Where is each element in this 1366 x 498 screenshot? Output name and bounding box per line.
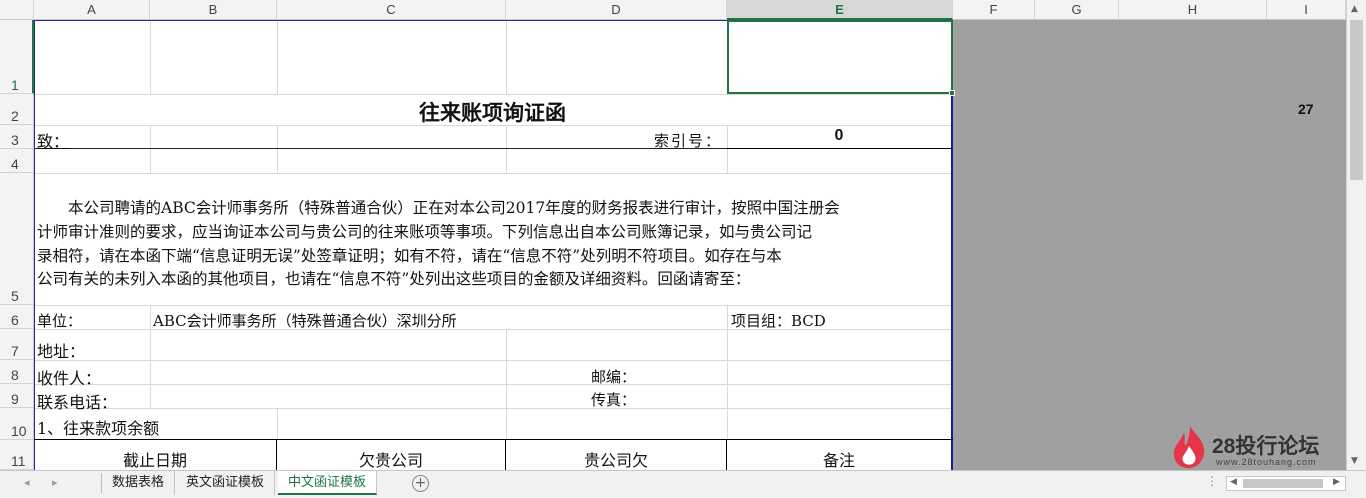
watermark-site: www.28touhang.com bbox=[1216, 457, 1317, 467]
watermark-logo: 28投行论坛 www.28touhang.com bbox=[1170, 424, 1346, 470]
row-header-8[interactable]: 8 bbox=[0, 360, 34, 384]
row-header-11[interactable]: 11 bbox=[0, 440, 34, 470]
tab-scroll-left-icon[interactable]: ◂ bbox=[24, 476, 30, 489]
table-header-owe-you: 欠贵公司 bbox=[358, 451, 423, 470]
sheet-tab-bar: ◂ ▸ 数据表格 英文函证模板 中文函证模板 + ⋮ ◀ ▶ bbox=[0, 470, 1366, 498]
to-label: 致： bbox=[37, 132, 70, 151]
table-header-remarks: 备注 bbox=[822, 451, 855, 470]
table-header-you-owe: 贵公司欠 bbox=[583, 451, 648, 470]
column-header-c[interactable]: C bbox=[277, 0, 506, 20]
table-header-date: 截止日期 bbox=[122, 451, 187, 470]
row-header-6[interactable]: 6 bbox=[0, 305, 34, 329]
body-line-3: 录相符，请在本函下端“信息证明无误”处签章证明；如有不符，请在“信息不符”处列明… bbox=[37, 247, 782, 265]
body-line-4: 公司有关的未列入本函的其他项目，也请在“信息不符”处列出这些项目的金额及详细资料… bbox=[37, 270, 751, 288]
column-header-h[interactable]: H bbox=[1119, 0, 1267, 20]
h-scroll-left-icon[interactable]: ◀ bbox=[1230, 477, 1237, 487]
grey-fill-area bbox=[953, 20, 1346, 470]
sheet-title: 往来账项询证函 bbox=[419, 100, 566, 125]
column-header-i[interactable]: I bbox=[1267, 0, 1346, 20]
fill-handle[interactable] bbox=[949, 90, 955, 96]
row-header-1[interactable]: 1 bbox=[0, 20, 34, 94]
flame-icon bbox=[1173, 426, 1205, 469]
h-scroll-right-icon[interactable]: ▶ bbox=[1333, 477, 1340, 487]
column-header-e[interactable]: E bbox=[727, 0, 953, 20]
selected-cell-e1[interactable] bbox=[727, 20, 953, 94]
row-header-7[interactable]: 7 bbox=[0, 329, 34, 360]
recipient-label: 收件人： bbox=[37, 369, 102, 388]
project-group: 项目组：BCD bbox=[731, 312, 826, 330]
row-header-4[interactable]: 4 bbox=[0, 149, 34, 173]
column-header-f[interactable]: F bbox=[953, 0, 1035, 20]
scroll-down-icon[interactable]: ▼ bbox=[1351, 456, 1358, 466]
unit-label: 单位： bbox=[37, 312, 83, 330]
side-value: 27 bbox=[1298, 101, 1314, 117]
postcode-label: 邮编： bbox=[591, 368, 637, 386]
column-header-a[interactable]: A bbox=[34, 0, 150, 20]
select-all-corner[interactable] bbox=[0, 0, 34, 20]
body-line-2: 计师审计准则的要求，应当询证本公司与贵公司的往来账项等事项。下列信息出自本公司账… bbox=[37, 223, 813, 241]
unit-value: ABC会计师事务所（特殊普通合伙）深圳分所 bbox=[153, 312, 457, 330]
row-header-9[interactable]: 9 bbox=[0, 384, 34, 408]
index-label: 索引号： bbox=[654, 132, 723, 150]
add-sheet-icon[interactable]: + bbox=[412, 475, 429, 492]
split-handle-icon[interactable]: ⋮ bbox=[1206, 474, 1218, 488]
tab-chinese-template[interactable]: 中文函证模板 bbox=[278, 471, 378, 495]
row-header-5[interactable]: 5 bbox=[0, 173, 34, 305]
row-header-10[interactable]: 10 bbox=[0, 408, 34, 440]
row-header-2[interactable]: 2 bbox=[0, 94, 34, 125]
column-header-d[interactable]: D bbox=[506, 0, 727, 20]
scroll-thumb[interactable] bbox=[1350, 20, 1363, 180]
tab-scroll-right-icon[interactable]: ▸ bbox=[52, 476, 58, 489]
tab-data-table[interactable]: 数据表格 bbox=[102, 471, 176, 495]
h-scroll-thumb[interactable] bbox=[1243, 479, 1323, 488]
column-header-g[interactable]: G bbox=[1035, 0, 1119, 20]
row-header-3[interactable]: 3 bbox=[0, 125, 34, 149]
column-header-b[interactable]: B bbox=[150, 0, 277, 20]
horizontal-scrollbar[interactable]: ◀ ▶ bbox=[1226, 476, 1346, 491]
section-1-heading: 1、往来款项余额 bbox=[37, 419, 160, 438]
phone-label: 联系电话： bbox=[37, 393, 118, 412]
tab-english-template[interactable]: 英文函证模板 bbox=[176, 471, 276, 495]
index-value: 0 bbox=[834, 127, 844, 144]
address-label: 地址： bbox=[37, 342, 86, 361]
watermark-brand: 28投行论坛 bbox=[1212, 435, 1320, 458]
vertical-scrollbar[interactable]: ▲ ▼ bbox=[1346, 0, 1366, 470]
body-line-1: 本公司聘请的ABC会计师事务所（特殊普通合伙）正在对本公司2017年度的财务报表… bbox=[37, 199, 840, 217]
fax-label: 传真： bbox=[591, 391, 637, 409]
scroll-up-icon[interactable]: ▲ bbox=[1351, 4, 1358, 14]
